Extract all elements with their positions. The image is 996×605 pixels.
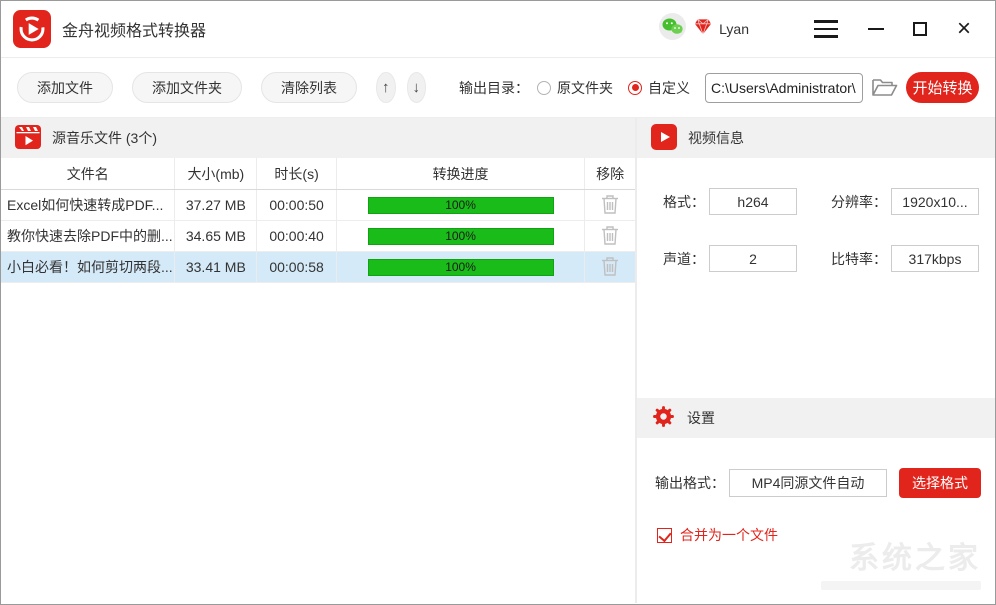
file-duration: 00:00:40 [257,221,337,251]
file-size: 37.27 MB [175,190,257,220]
trash-icon [601,256,619,279]
radio-custom-folder[interactable]: 自定义 [628,78,690,98]
merge-checkbox-label: 合并为一个文件 [680,525,778,545]
table-row-selected[interactable]: 小白必看！如何剪切两段... 33.41 MB 00:00:58 100% [1,252,635,283]
col-remove: 移除 [585,158,635,189]
col-filename: 文件名 [1,158,175,189]
col-duration: 时长(s) [257,158,337,189]
file-duration: 00:00:58 [257,252,337,282]
remove-cell [585,252,635,282]
col-size: 大小(mb) [175,158,257,189]
minimize-button[interactable] [859,13,893,45]
file-name: Excel如何快速转成PDF... [1,190,175,220]
radio-custom-label: 自定义 [648,78,690,98]
browse-folder-button[interactable] [871,75,898,101]
bitrate-value: 317kbps [891,245,979,272]
close-icon: × [957,17,971,41]
bitrate-label: 比特率： [831,249,887,269]
output-dir-label: 输出目录： [459,78,529,98]
vip-badge-icon [694,18,712,40]
source-files-title: 源音乐文件 (3个) [52,128,157,148]
output-path-input[interactable] [705,73,863,103]
file-name: 小白必看！如何剪切两段... [1,252,175,282]
trash-icon [601,225,619,248]
play-square-icon [651,124,677,153]
app-logo-icon [13,10,51,48]
video-info-row-1: 格式： h264 分辨率： 1920x10... [637,188,995,215]
merge-checkbox-row[interactable]: 合并为一个文件 [657,525,995,545]
table-row[interactable]: Excel如何快速转成PDF... 37.27 MB 00:00:50 100% [1,190,635,221]
settings-header: 设置 [637,398,995,438]
radio-unchecked-icon [537,81,551,95]
progress-cell: 100% [337,221,585,251]
close-button[interactable]: × [947,13,981,45]
open-folder-icon [871,75,898,101]
move-down-button[interactable]: ↓ [407,72,427,103]
resolution-value: 1920x10... [891,188,979,215]
hamburger-icon [814,20,838,38]
video-info-row-2: 声道： 2 比特率： 317kbps [637,245,995,272]
video-info-title: 视频信息 [688,128,744,148]
maximize-button[interactable] [903,13,937,45]
resolution-label: 分辨率： [831,192,887,212]
format-label: 格式： [663,192,705,212]
arrow-down-icon: ↓ [413,79,421,96]
main-content: 源音乐文件 (3个) 文件名 大小(mb) 时长(s) 转换进度 移除 Exce… [1,118,995,603]
user-account[interactable]: Lyan [658,12,749,46]
file-size: 33.41 MB [175,252,257,282]
settings-title: 设置 [687,408,715,428]
radio-original-folder[interactable]: 原文件夹 [537,78,613,98]
checkbox-checked-icon [657,528,672,543]
start-convert-button[interactable]: 开始转换 [906,72,979,103]
progress-cell: 100% [337,252,585,282]
radio-original-label: 原文件夹 [557,78,613,98]
add-file-button[interactable]: 添加文件 [17,72,113,103]
progress-bar: 100% [368,228,554,245]
channels-value: 2 [709,245,797,272]
file-size: 34.65 MB [175,221,257,251]
video-info-header: 视频信息 [637,118,995,158]
radio-checked-icon [628,81,642,95]
video-info-section: 视频信息 格式： h264 分辨率： 1920x10... 声道： 2 [637,118,995,398]
table-row[interactable]: 教你快速去除PDF中的删... 34.65 MB 00:00:40 100% [1,221,635,252]
remove-cell [585,190,635,220]
source-files-header: 源音乐文件 (3个) [1,118,635,158]
menu-button[interactable] [809,13,843,45]
clapperboard-icon [15,125,41,152]
remove-file-button[interactable] [601,225,619,248]
remove-file-button[interactable] [601,256,619,279]
user-name: Lyan [719,21,749,37]
output-format-value: MP4同源文件自动 [729,469,887,497]
add-folder-button[interactable]: 添加文件夹 [132,72,242,103]
output-format-label: 输出格式： [655,473,725,493]
arrow-up-icon: ↑ [382,79,390,96]
app-window: 金舟视频格式转换器 [0,0,996,605]
wechat-icon [658,12,687,46]
format-value: h264 [709,188,797,215]
settings-section: 设置 输出格式： MP4同源文件自动 选择格式 合并为一个文件 [637,398,995,603]
progress-bar: 100% [368,197,554,214]
output-format-row: 输出格式： MP4同源文件自动 选择格式 [655,468,981,498]
app-title: 金舟视频格式转换器 [62,17,206,41]
info-panel: 视频信息 格式： h264 分辨率： 1920x10... 声道： 2 [637,118,995,603]
clear-list-button[interactable]: 清除列表 [261,72,357,103]
table-header: 文件名 大小(mb) 时长(s) 转换进度 移除 [1,158,635,190]
col-progress: 转换进度 [337,158,585,189]
select-format-button[interactable]: 选择格式 [899,468,981,498]
progress-cell: 100% [337,190,585,220]
trash-icon [601,194,619,217]
title-bar: 金舟视频格式转换器 [1,1,995,58]
maximize-icon [913,22,927,36]
remove-file-button[interactable] [601,194,619,217]
toolbar: 添加文件 添加文件夹 清除列表 ↑ ↓ 输出目录： 原文件夹 自定义 开始转换 [1,58,995,118]
minimize-icon [868,28,884,30]
progress-bar: 100% [368,259,554,276]
channels-label: 声道： [663,249,705,269]
move-up-button[interactable]: ↑ [376,72,396,103]
remove-cell [585,221,635,251]
file-name: 教你快速去除PDF中的删... [1,221,175,251]
file-duration: 00:00:50 [257,190,337,220]
source-files-panel: 源音乐文件 (3个) 文件名 大小(mb) 时长(s) 转换进度 移除 Exce… [1,118,637,603]
gear-icon [651,404,676,432]
